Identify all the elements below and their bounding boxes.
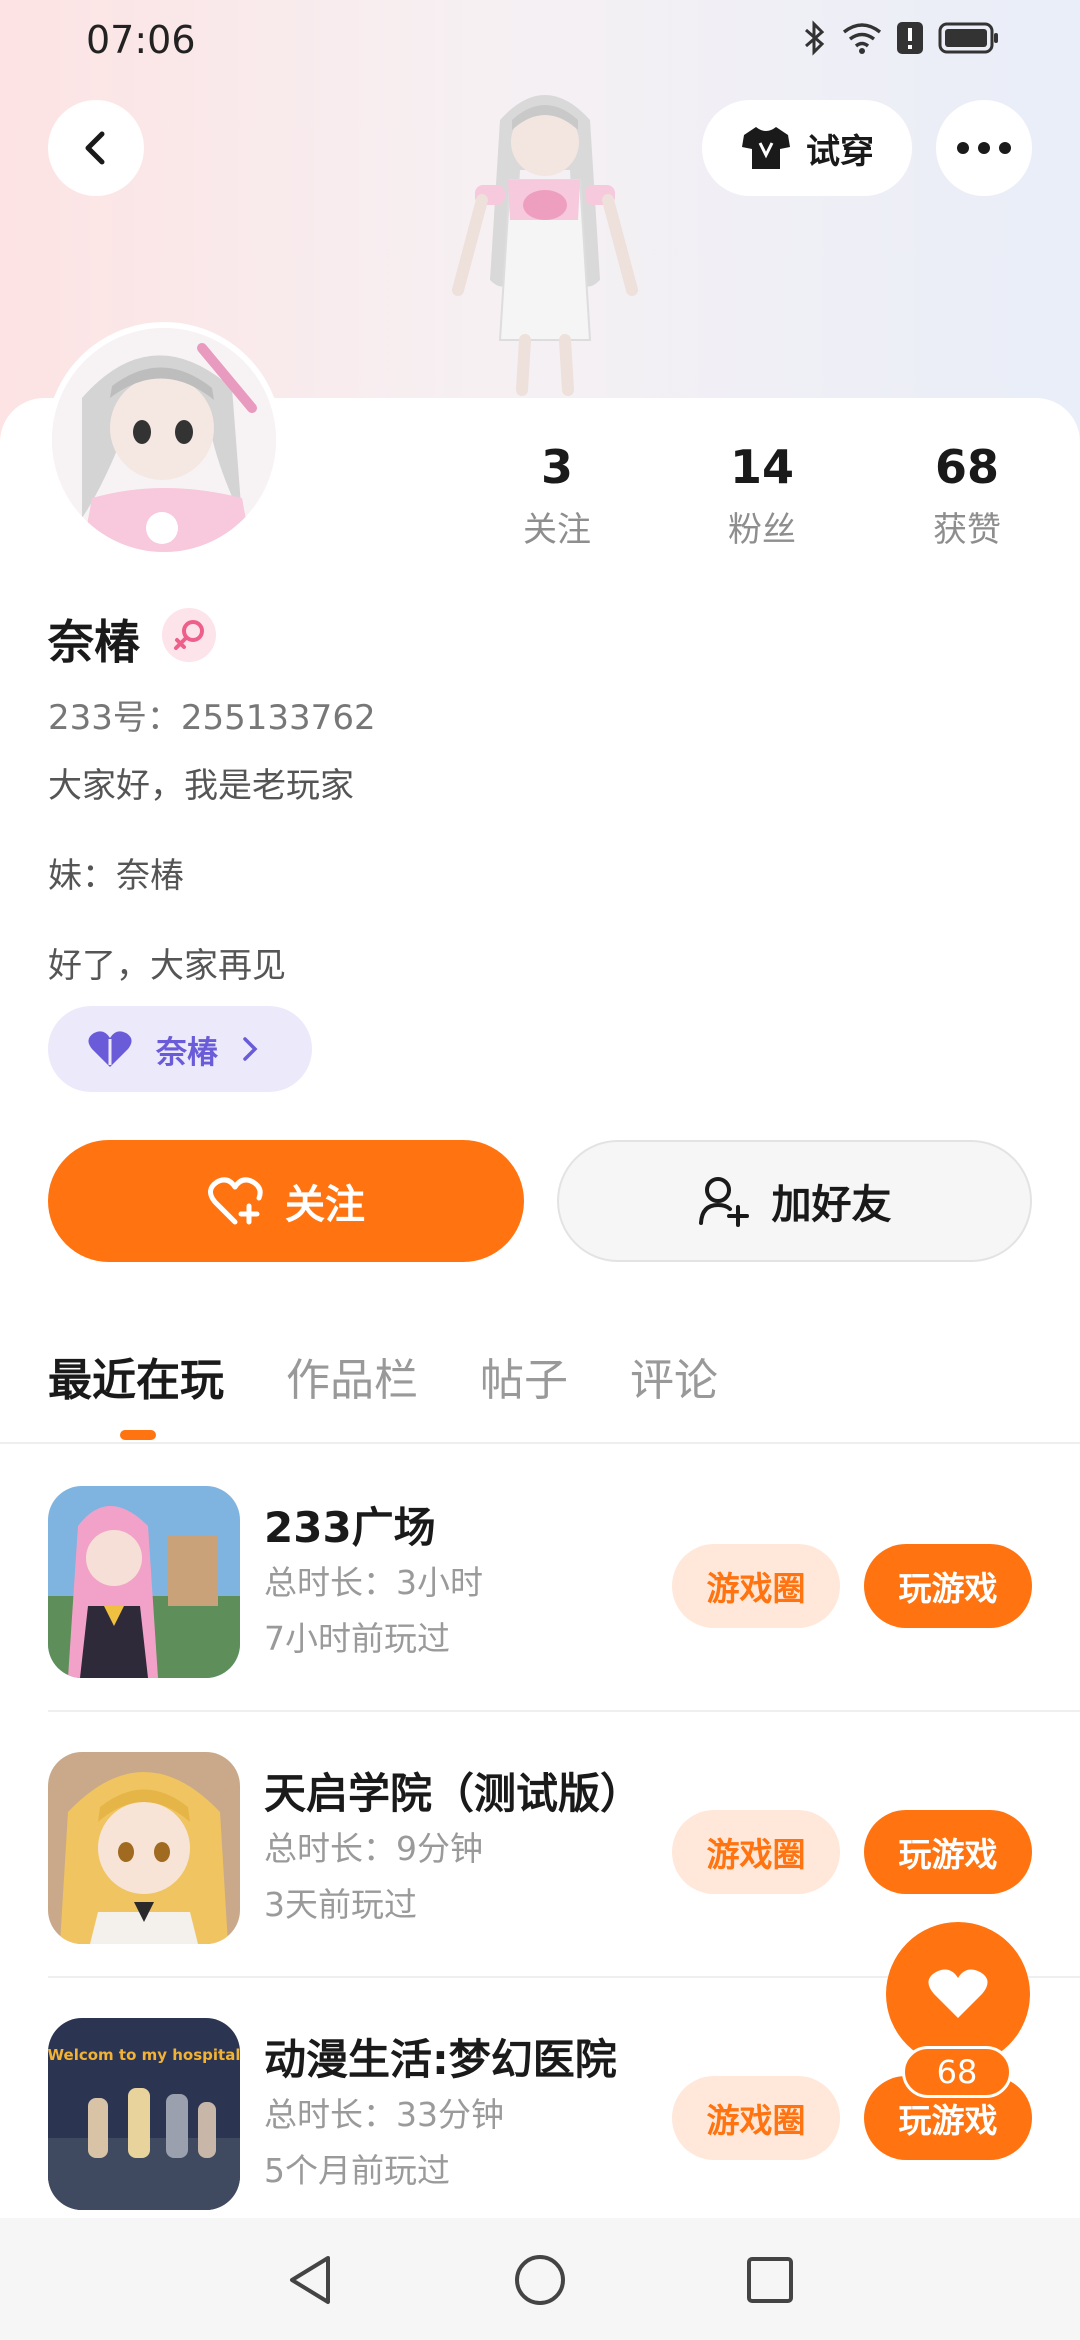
status-bar: 07:06 — [0, 0, 1080, 80]
chevron-right-icon — [243, 1037, 258, 1061]
game-last-played: 3天前玩过 — [264, 1885, 417, 1924]
system-navigation-bar — [0, 2218, 1080, 2340]
avatar-portrait-image — [52, 328, 276, 552]
more-options-button[interactable] — [936, 100, 1032, 196]
game-thumbnail-text: Welcom to my hospital — [48, 2046, 240, 2064]
tabs-divider — [0, 1442, 1080, 1444]
game-circle-button[interactable]: 游戏圈 — [672, 1544, 840, 1628]
play-game-button[interactable]: 玩游戏 — [864, 1810, 1032, 1894]
more-horizontal-icon — [957, 142, 1011, 154]
like-fab-button[interactable] — [886, 1922, 1030, 2066]
follow-label: 关注 — [285, 1182, 365, 1228]
try-on-label: 试穿 — [806, 131, 874, 172]
relationship-tag-label: 奈椿 — [156, 1034, 218, 1071]
game-row[interactable]: 233广场 总时长：3小时 7小时前玩过 游戏圈 玩游戏 — [0, 1446, 1080, 1712]
game-duration: 总时长：3小时 — [264, 1563, 483, 1602]
game-duration: 总时长：9分钟 — [264, 1829, 483, 1868]
square-recents-icon — [747, 2257, 793, 2303]
stat-likes-count: 68 — [934, 440, 999, 494]
stat-fans-label: 粉丝 — [728, 510, 796, 550]
stat-likes[interactable]: 68 获赞 — [897, 440, 1037, 551]
alert-icon — [897, 22, 923, 54]
follow-button[interactable]: 关注 — [48, 1140, 524, 1262]
game-title: 动漫生活:梦幻医院 — [264, 2035, 617, 2084]
tab-comments[interactable]: 评论 — [630, 1344, 718, 1408]
bio-line-2: 妹：奈椿 — [48, 856, 184, 896]
add-user-icon — [698, 1177, 749, 1227]
stat-following[interactable]: 3 关注 — [487, 440, 627, 551]
bluetooth-icon — [805, 20, 825, 56]
tab-posts[interactable]: 帖子 — [480, 1344, 568, 1408]
stat-following-count: 3 — [540, 440, 573, 494]
game-thumbnail — [48, 1486, 240, 1678]
game-title: 233广场 — [264, 1503, 436, 1552]
profile-tabs: 最近在玩 作品栏 帖子 评论 — [48, 1344, 780, 1408]
battery-icon — [938, 22, 998, 54]
stat-fans-count: 14 — [729, 440, 794, 494]
game-title: 天启学院（测试版） — [264, 1769, 643, 1818]
profile-name: 奈椿 — [48, 615, 140, 669]
relationship-tag[interactable]: 奈椿 — [48, 1006, 312, 1092]
bio-line-3: 好了，大家再见 — [48, 946, 286, 986]
user-id: 233号：255133762 — [48, 698, 376, 738]
like-count-badge: 68 — [902, 2046, 1012, 2098]
tshirt-icon — [742, 127, 790, 169]
back-button[interactable] — [48, 100, 144, 196]
tab-works[interactable]: 作品栏 — [286, 1344, 418, 1408]
game-circle-button[interactable]: 游戏圈 — [672, 2076, 840, 2160]
status-icons — [802, 20, 1000, 56]
try-on-button[interactable]: 试穿 — [702, 100, 912, 196]
game-thumbnail — [48, 1752, 240, 1944]
heart-plus-icon — [208, 1177, 263, 1225]
game-last-played: 7小时前玩过 — [264, 1619, 450, 1658]
active-tab-indicator — [120, 1430, 156, 1440]
heart-icon — [88, 1031, 132, 1067]
nav-back-button[interactable] — [278, 2248, 342, 2312]
game-thumbnail: Welcom to my hospital — [48, 2018, 240, 2210]
nav-home-button[interactable] — [508, 2248, 572, 2312]
stat-fans[interactable]: 14 粉丝 — [692, 440, 832, 551]
bio-line-1: 大家好，我是老玩家 — [48, 766, 354, 806]
game-circle-button[interactable]: 游戏圈 — [672, 1810, 840, 1894]
female-gender-icon — [162, 608, 216, 662]
nav-recents-button[interactable] — [738, 2248, 802, 2312]
status-time: 07:06 — [86, 18, 196, 62]
triangle-back-icon — [290, 2256, 330, 2304]
play-game-button[interactable]: 玩游戏 — [864, 1544, 1032, 1628]
avatar-character-figure — [452, 95, 638, 396]
chevron-left-icon — [85, 131, 105, 165]
circle-home-icon — [515, 2255, 565, 2305]
stat-following-label: 关注 — [523, 510, 591, 550]
add-friend-label: 加好友 — [771, 1182, 892, 1228]
tab-recently-played[interactable]: 最近在玩 — [48, 1344, 224, 1408]
game-duration: 总时长：33分钟 — [264, 2095, 504, 2134]
heart-icon — [928, 1969, 988, 2018]
wifi-icon — [842, 23, 882, 54]
avatar[interactable] — [46, 322, 282, 558]
add-friend-button[interactable]: 加好友 — [557, 1140, 1032, 1262]
stat-likes-label: 获赞 — [933, 510, 1001, 550]
game-last-played: 5个月前玩过 — [264, 2151, 450, 2190]
